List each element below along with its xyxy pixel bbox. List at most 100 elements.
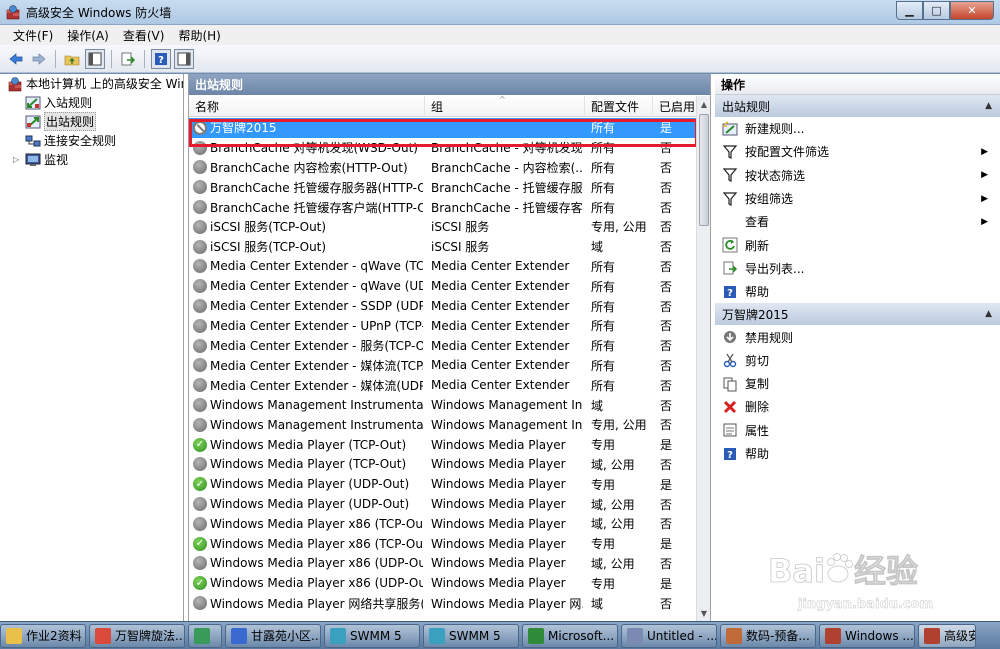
table-row[interactable]: Windows Media Player 网络共享服务(... Windows M… <box>189 593 698 613</box>
cell-profile: 域 <box>591 398 604 413</box>
action-item[interactable]: 导出列表... <box>715 257 1000 280</box>
cell-profile: 所有 <box>591 319 616 334</box>
table-row[interactable]: 万智牌2015 所有 是 <box>189 118 698 138</box>
rule-disabled-icon <box>193 200 207 215</box>
table-row[interactable]: ✓ Windows Media Player x86 (TCP-Out) Windo… <box>189 534 698 554</box>
actions-section-header[interactable]: 万智牌2015 ▲ <box>715 303 1000 326</box>
tree-item-monitoring[interactable]: ▷ 监视 <box>3 150 183 169</box>
taskbar-button[interactable] <box>188 623 222 648</box>
menu-help[interactable]: 帮助(H) <box>171 27 227 44</box>
action-item[interactable]: 禁用规则 <box>715 325 1000 348</box>
actions-section-header[interactable]: 出站规则 ▲ <box>715 95 1000 117</box>
table-row[interactable]: iSCSI 服务(TCP-Out) iSCSI 服务 域 否 <box>189 237 698 257</box>
taskbar-button[interactable]: Microsoft... <box>522 623 618 648</box>
table-row[interactable]: Media Center Extender - qWave (UDP... Med… <box>189 276 698 296</box>
table-row[interactable]: iSCSI 服务(TCP-Out) iSCSI 服务 专用, 公用否 <box>189 217 698 237</box>
cell-enabled: 否 <box>660 378 673 393</box>
taskbar-button[interactable]: 万智牌旋法... <box>89 623 185 648</box>
scroll-up-arrow-icon[interactable]: ▲ <box>697 96 710 112</box>
menu-file[interactable]: 文件(F) <box>6 27 60 44</box>
maximize-button[interactable]: □ <box>923 1 950 20</box>
action-item[interactable]: 查看 ▶ <box>715 210 1000 233</box>
menu-view[interactable]: 查看(V) <box>116 27 172 44</box>
forward-button[interactable] <box>29 49 49 69</box>
table-row[interactable]: BranchCache 托管缓存服务器(HTTP-O... BranchCache… <box>189 177 698 197</box>
taskbar-button[interactable]: Untitled - ... <box>621 623 717 648</box>
taskbar-button[interactable]: SWMM 5 <box>423 623 519 648</box>
table-row[interactable]: Windows Media Player x86 (UDP-Out) Window… <box>189 554 698 574</box>
action-item[interactable]: 按组筛选 ▶ <box>715 187 1000 210</box>
export-button[interactable] <box>118 49 138 69</box>
table-row[interactable]: Windows Media Player x86 (TCP-Out) Window… <box>189 514 698 534</box>
action-label: 查看 <box>745 215 770 230</box>
table-row[interactable]: Windows Management Instrumentati... Windo… <box>189 395 698 415</box>
help-button[interactable]: ? <box>151 48 171 69</box>
column-group[interactable]: 组 ^ <box>425 95 585 117</box>
cell-profile: 所有 <box>591 259 616 274</box>
table-row[interactable]: ✓ Windows Media Player (UDP-Out) Windows M… <box>189 474 698 494</box>
table-row[interactable]: Windows Management Instrumentati... Windo… <box>189 415 698 435</box>
column-enabled[interactable]: 已启用 <box>653 96 698 117</box>
rule-enabled-icon: ✓ <box>193 477 207 492</box>
table-row[interactable]: Media Center Extender - 媒体流(TCP... Media … <box>189 356 698 376</box>
taskbar-button[interactable]: 甘露苑小区... <box>225 623 321 648</box>
minimize-button[interactable]: ▁ <box>896 1 923 20</box>
column-name[interactable]: 名称 <box>189 96 425 117</box>
taskbar-button[interactable]: 数码-预备... <box>720 623 816 648</box>
action-item[interactable]: 新建规则... <box>715 117 1000 140</box>
table-row[interactable]: Windows Media Player (UDP-Out) Windows Me… <box>189 494 698 514</box>
table-row[interactable]: Media Center Extender - 服务(TCP-O... Media… <box>189 336 698 356</box>
taskbar-button[interactable]: 作业2资料 <box>0 623 86 648</box>
table-row[interactable]: ✓ Windows Media Player x86 (UDP-Out) Windo… <box>189 573 698 593</box>
table-row[interactable]: BranchCache 托管缓存客户端(HTTP-O... BranchCache… <box>189 197 698 217</box>
action-item[interactable]: 按配置文件筛选 ▶ <box>715 140 1000 163</box>
table-row[interactable]: Media Center Extender - SSDP (UDP-... Med… <box>189 296 698 316</box>
tree-item-inbound[interactable]: 入站规则 <box>3 93 183 112</box>
rule-name: BranchCache 托管缓存服务器(HTTP-O... <box>210 180 423 195</box>
table-row[interactable]: Media Center Extender - 媒体流(UDP... Media … <box>189 375 698 395</box>
cell-group: Media Center Extender <box>431 318 570 333</box>
table-row[interactable]: BranchCache 内容检索(HTTP-Out) BranchCache - … <box>189 158 698 178</box>
cell-name: BranchCache 托管缓存服务器(HTTP-O... <box>193 177 423 197</box>
action-item[interactable]: 刷新 <box>715 233 1000 256</box>
taskbar-app-icon <box>231 627 247 644</box>
scrollbar-thumb[interactable] <box>699 114 709 226</box>
taskbar-button[interactable]: 高级安... <box>918 623 976 648</box>
show-hide-tree-button[interactable] <box>85 48 105 69</box>
collapse-arrow-icon[interactable]: ▲ <box>985 101 992 111</box>
table-row[interactable]: Media Center Extender - UPnP (TCP-... Med… <box>189 316 698 336</box>
scroll-down-arrow-icon[interactable]: ▼ <box>697 605 710 621</box>
taskbar-button[interactable]: SWMM 5 <box>324 623 420 648</box>
tree-item-connection-security[interactable]: 连接安全规则 <box>3 131 183 150</box>
table-row[interactable]: Media Center Extender - qWave (TCP... Med… <box>189 257 698 277</box>
window-titlebar[interactable]: 高级安全 Windows 防火墙 ▁ □ ✕ <box>0 0 1000 25</box>
cell-group: BranchCache - 托管缓存服... <box>431 180 583 195</box>
action-item[interactable]: 按状态筛选 ▶ <box>715 164 1000 187</box>
action-item[interactable]: 属性 <box>715 419 1000 442</box>
sort-ascending-icon: ^ <box>499 95 506 104</box>
rule-blocked-icon <box>193 120 207 135</box>
action-item[interactable]: 复制 <box>715 372 1000 395</box>
up-folder-button[interactable] <box>62 49 82 69</box>
rule-disabled-icon <box>193 180 207 195</box>
cell-enabled: 否 <box>660 457 673 472</box>
expand-arrow-icon[interactable]: ▷ <box>13 155 23 164</box>
action-item[interactable]: 删除 <box>715 395 1000 418</box>
table-row[interactable]: BranchCache 对等机发现(WSD-Out) BranchCache - … <box>189 138 698 158</box>
menu-action[interactable]: 操作(A) <box>60 27 116 44</box>
cell-profile: 所有 <box>591 180 616 195</box>
taskbar-button[interactable]: Windows ... <box>819 623 915 648</box>
column-profile[interactable]: 配置文件 <box>585 96 653 117</box>
table-row[interactable]: Windows Media Player (TCP-Out) Windows Me… <box>189 455 698 475</box>
tree-root[interactable]: 本地计算机 上的高级安全 Windows 防火墙 <box>3 74 183 93</box>
collapse-arrow-icon[interactable]: ▲ <box>985 309 992 319</box>
action-item[interactable]: ? 帮助 <box>715 442 1000 465</box>
show-hide-action-pane-button[interactable] <box>174 48 194 69</box>
tree-item-outbound[interactable]: 出站规则 <box>3 112 183 131</box>
table-row[interactable]: ✓ Windows Media Player (TCP-Out) Windows M… <box>189 435 698 455</box>
back-button[interactable] <box>6 49 26 69</box>
action-item[interactable]: ? 帮助 <box>715 280 1000 303</box>
close-button[interactable]: ✕ <box>950 1 994 20</box>
vertical-scrollbar[interactable]: ▲ ▼ <box>696 96 710 621</box>
action-item[interactable]: 剪切 <box>715 349 1000 372</box>
